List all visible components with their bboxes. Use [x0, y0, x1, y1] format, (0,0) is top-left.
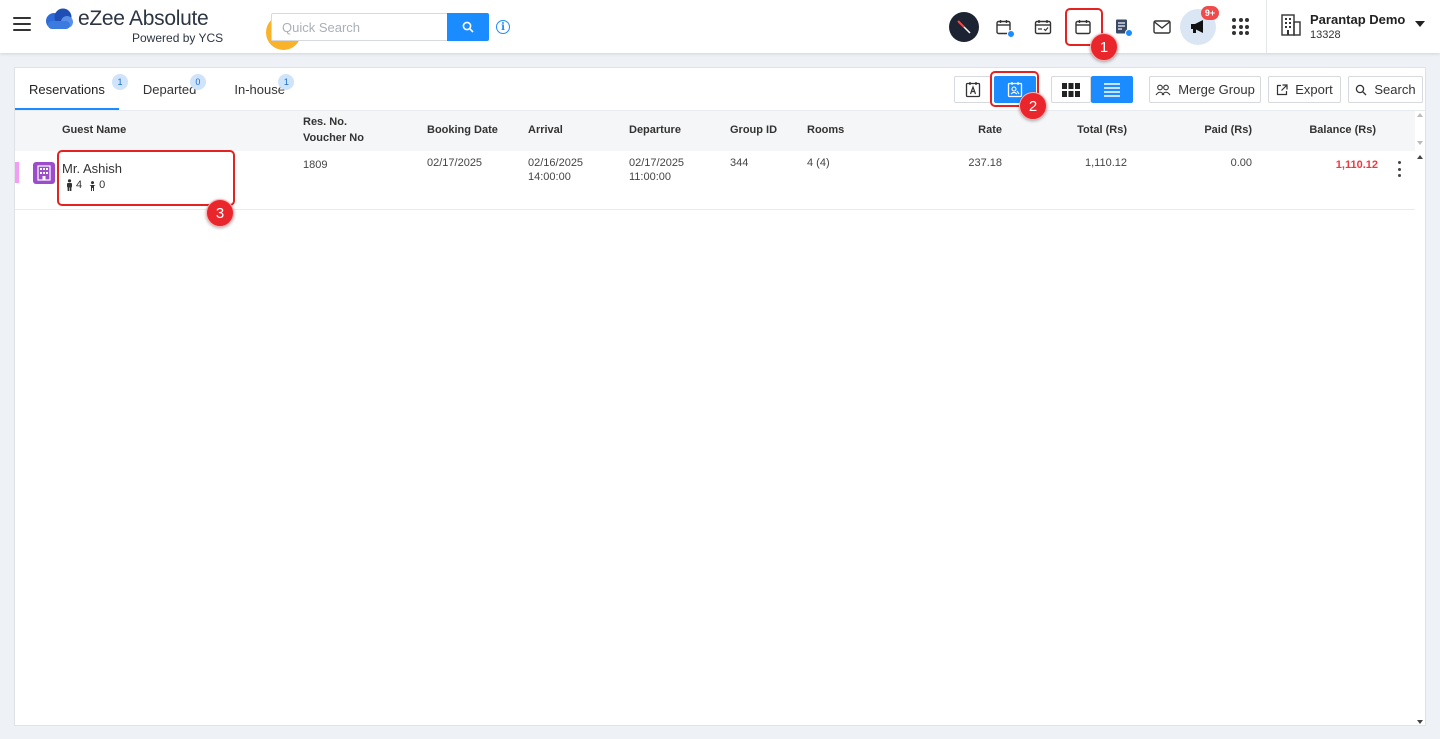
- export-icon: [1277, 83, 1288, 95]
- departure-cell: 02/17/2025 11:00:00: [629, 157, 684, 183]
- calendar-check-icon[interactable]: [1028, 12, 1058, 42]
- col-paid[interactable]: Paid (Rs): [1204, 124, 1252, 136]
- group-users-icon: [1155, 84, 1171, 95]
- step-marker-1: 1: [1090, 33, 1118, 61]
- search-icon: [1356, 84, 1367, 95]
- calendar-booking-icon: [1007, 82, 1023, 98]
- total: 1,110.12: [1084, 157, 1127, 169]
- tab-reservations[interactable]: Reservations 1: [15, 68, 128, 110]
- tab-count-badge: 1: [278, 74, 295, 90]
- booking-date: 02/17/2025: [427, 157, 483, 169]
- group-id: 344: [730, 157, 749, 169]
- guest-card-view-button[interactable]: [954, 76, 992, 103]
- row-actions-icon[interactable]: [1395, 161, 1403, 177]
- col-departure[interactable]: Departure: [629, 124, 681, 136]
- adult-count: 4: [76, 179, 83, 191]
- col-group-id[interactable]: Group ID: [730, 124, 777, 136]
- menu-icon[interactable]: [13, 17, 31, 33]
- quick-search-input[interactable]: [271, 13, 448, 41]
- reservation-list-panel: Reservations 1 Departed 0 In-house 1 Mer…: [14, 67, 1426, 726]
- step-marker-3: 3: [206, 199, 234, 227]
- col-rate[interactable]: Rate: [978, 124, 1002, 136]
- info-icon[interactable]: i: [496, 20, 510, 34]
- calendar-add-icon[interactable]: [989, 12, 1019, 42]
- room-type-icon: [33, 162, 55, 184]
- brand-name: eZee Absolute: [78, 7, 209, 30]
- hotel-building-icon: [1281, 14, 1301, 36]
- arrival-cell: 02/16/2025 14:00:00: [528, 157, 583, 183]
- res-no: 1809: [303, 159, 328, 171]
- brand-tagline: Powered by YCS: [132, 31, 224, 45]
- notification-badge: 9+: [1201, 6, 1219, 20]
- grid-view-button[interactable]: [1051, 76, 1091, 103]
- departure-date: 02/17/2025: [629, 157, 685, 169]
- merge-group-label: Merge Group: [1178, 82, 1255, 97]
- step-marker-2: 2: [1019, 92, 1047, 120]
- rooms: 4 (4): [807, 157, 830, 169]
- adult-icon: [67, 179, 72, 191]
- col-rooms[interactable]: Rooms: [807, 124, 844, 136]
- chevron-down-icon[interactable]: [1415, 21, 1425, 27]
- paid: 0.00: [1230, 157, 1252, 169]
- col-voucher-no[interactable]: Voucher No: [303, 132, 364, 144]
- topbar-divider: [1266, 0, 1267, 53]
- search-icon: [462, 21, 474, 33]
- departure-time: 11:00:00: [629, 171, 672, 183]
- arrival-time: 14:00:00: [528, 171, 571, 183]
- compass-needle-icon: [957, 20, 971, 34]
- arrival-date: 02/16/2025: [528, 157, 584, 169]
- export-label: Export: [1295, 82, 1333, 97]
- balance: 1,110.12: [1335, 159, 1378, 171]
- dashboard-compass-icon[interactable]: [949, 12, 979, 42]
- tab-count-badge: 1: [112, 74, 128, 90]
- tab-label: Reservations: [29, 82, 105, 97]
- merge-group-button[interactable]: Merge Group: [1149, 76, 1261, 103]
- col-booking-date[interactable]: Booking Date: [427, 124, 498, 136]
- hotel-name[interactable]: Parantap Demo: [1310, 12, 1405, 27]
- col-guest-name[interactable]: Guest Name: [62, 124, 126, 136]
- reservation-tabs: Reservations 1 Departed 0 In-house 1: [15, 68, 299, 110]
- brand-logo[interactable]: eZee Absolute Powered by YCS: [44, 6, 301, 50]
- tab-label: In-house: [234, 82, 285, 97]
- hotel-code: 13328: [1310, 29, 1341, 41]
- search-button[interactable]: Search: [1348, 76, 1423, 103]
- child-count: 0: [99, 179, 106, 191]
- scroll-down-icon[interactable]: [1417, 720, 1423, 724]
- table-header: Guest Name Res. No. Voucher No Booking D…: [15, 111, 1415, 151]
- rate: 237.18: [968, 157, 1002, 169]
- col-total[interactable]: Total (Rs): [1077, 124, 1127, 136]
- tab-count-badge: 0: [189, 74, 206, 90]
- col-res-no[interactable]: Res. No.: [303, 116, 347, 128]
- mail-icon[interactable]: [1147, 12, 1177, 42]
- apps-grid-icon[interactable]: [1232, 18, 1249, 35]
- search-label: Search: [1374, 82, 1416, 97]
- grid-view-icon: [1062, 82, 1080, 97]
- col-arrival[interactable]: Arrival: [528, 124, 563, 136]
- header-scroll-down-icon[interactable]: [1417, 141, 1423, 145]
- tab-departed[interactable]: Departed 0: [129, 68, 210, 110]
- list-view-button[interactable]: [1091, 76, 1133, 103]
- status-color-bar: [15, 162, 19, 183]
- ezee-cloud-logo: [46, 8, 73, 29]
- tab-in-house[interactable]: In-house 1: [220, 68, 299, 110]
- quick-search-button[interactable]: [447, 13, 489, 41]
- pax-count: 4 0: [66, 179, 105, 191]
- export-button[interactable]: Export: [1268, 76, 1341, 103]
- list-view-icon: [1104, 82, 1120, 97]
- guest-name[interactable]: Mr. Ashish: [62, 161, 122, 176]
- top-bar: eZee Absolute Powered by YCS i: [0, 0, 1440, 53]
- tab-label: Departed: [142, 82, 197, 97]
- child-icon: [89, 181, 96, 191]
- header-scroll-up-icon[interactable]: [1417, 113, 1423, 117]
- col-balance[interactable]: Balance (Rs): [1309, 124, 1376, 136]
- scroll-up-icon[interactable]: [1417, 155, 1423, 159]
- calendar-guest-icon: [965, 82, 981, 98]
